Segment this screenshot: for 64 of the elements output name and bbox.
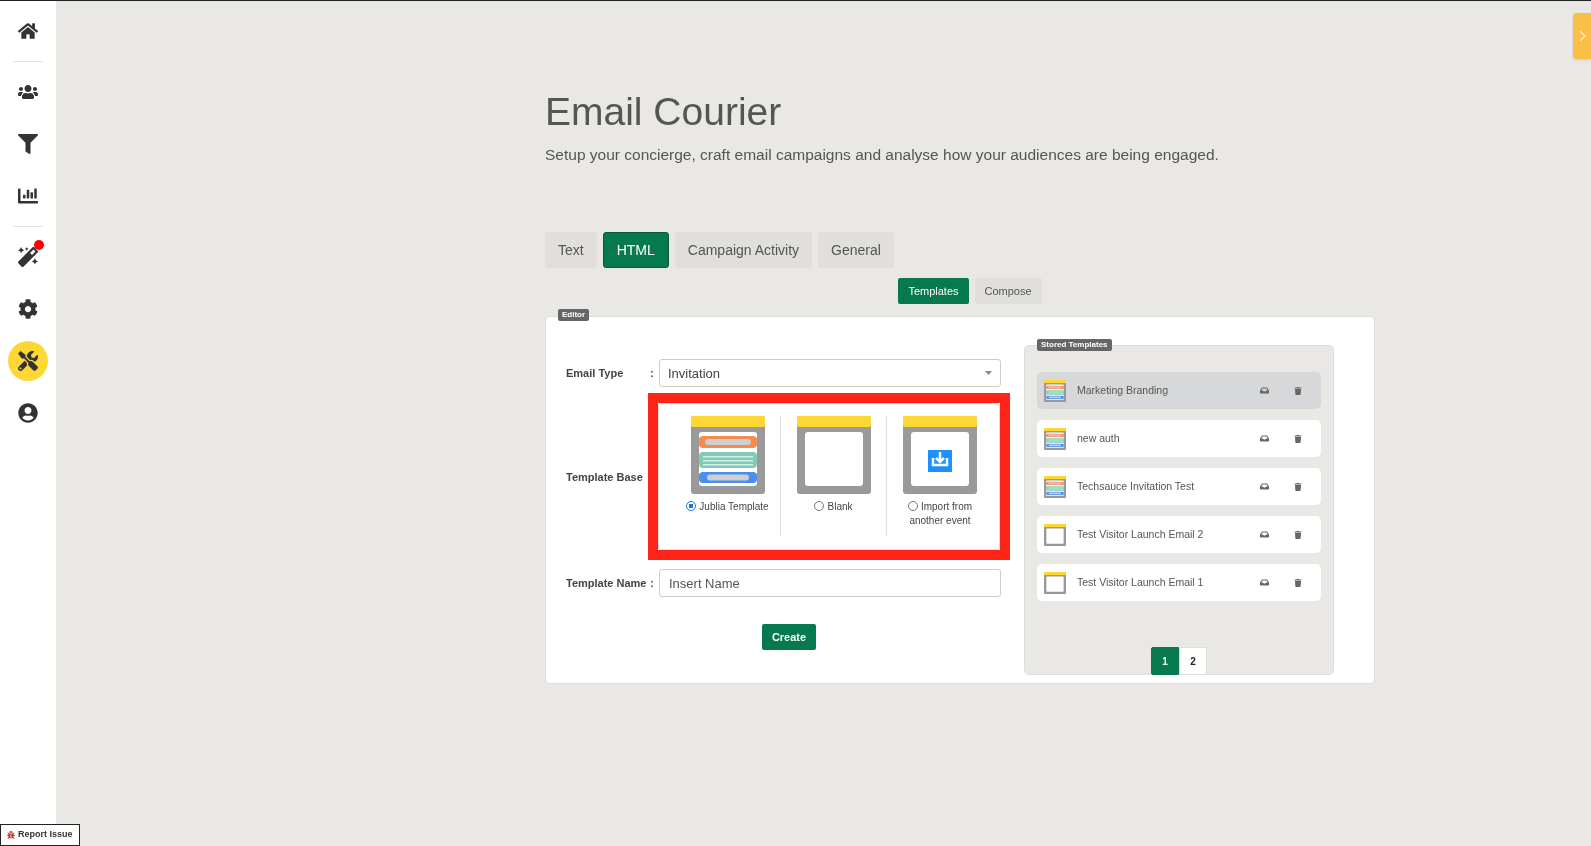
tools-icon xyxy=(18,351,38,371)
chevron-right-icon xyxy=(1578,30,1586,42)
editor-legend: Editor xyxy=(558,309,590,322)
page-subtitle: Setup your concierge, craft email campaigns and analyse how your audiences are being engaged. xyxy=(545,145,1220,165)
page-title: Email Courier xyxy=(545,89,783,135)
separator: : xyxy=(650,366,655,381)
template-name: Test Visitor Launch Email 2 xyxy=(1077,526,1205,542)
archive-icon[interactable] xyxy=(1260,482,1269,492)
stored-template-item[interactable]: Test Visitor Launch Email 1 xyxy=(1037,564,1321,602)
bar-chart-icon xyxy=(18,186,38,206)
email-type-select[interactable]: Invitation xyxy=(659,359,1001,388)
tab[interactable]: Campaign Activity xyxy=(674,232,813,269)
people-icon xyxy=(18,82,38,102)
template-name: Test Visitor Launch Email 1 xyxy=(1077,574,1205,590)
template-name: Marketing Branding xyxy=(1077,382,1170,398)
delete-icon[interactable] xyxy=(1294,434,1302,443)
create-button[interactable]: Create xyxy=(761,624,817,651)
filter-icon xyxy=(18,134,38,154)
template-thumbnail-icon xyxy=(1044,427,1066,450)
template-base-radio[interactable]: Blank xyxy=(785,500,882,515)
stored-template-item[interactable]: Techsauce Invitation Test xyxy=(1037,468,1321,506)
sub-tab[interactable]: Compose xyxy=(974,278,1042,305)
template-thumbnail-icon xyxy=(903,416,977,495)
archive-icon[interactable] xyxy=(1260,434,1269,444)
template-thumbnail-icon xyxy=(690,416,765,495)
template-thumbnail-icon xyxy=(1044,571,1066,594)
template-base-radio[interactable]: Import from another event xyxy=(892,500,988,529)
field-label: Template Base xyxy=(566,469,644,485)
field-label: Email Type xyxy=(566,366,625,381)
tab[interactable]: Text xyxy=(545,232,597,269)
template-thumbnail-icon xyxy=(1044,379,1066,402)
tab[interactable]: HTML xyxy=(602,232,669,269)
delete-icon[interactable] xyxy=(1294,530,1302,539)
delete-icon[interactable] xyxy=(1294,482,1302,491)
delete-icon[interactable] xyxy=(1294,578,1302,587)
template-thumbnail-icon xyxy=(1044,523,1066,546)
template-name: new auth xyxy=(1077,430,1121,446)
user-icon xyxy=(18,403,38,423)
archive-icon[interactable] xyxy=(1260,578,1269,588)
template-thumbnail-icon xyxy=(796,416,871,495)
stored-templates-legend: Stored Templates xyxy=(1037,339,1112,352)
magic-wand-icon xyxy=(18,247,38,267)
archive-icon[interactable] xyxy=(1260,386,1269,396)
template-name-field[interactable]: Insert Name xyxy=(659,569,1001,598)
report-issue-button[interactable]: Report Issue xyxy=(0,824,80,846)
stored-template-item[interactable]: new auth xyxy=(1037,420,1321,458)
sidebar-item[interactable] xyxy=(8,341,48,381)
settings-icon xyxy=(18,299,38,319)
page-button[interactable]: 1 xyxy=(1151,647,1179,676)
page-button[interactable]: 2 xyxy=(1179,647,1207,676)
template-base-radio[interactable]: Jublia Template xyxy=(679,500,776,515)
bug-icon xyxy=(7,831,15,839)
archive-icon[interactable] xyxy=(1260,530,1269,540)
tab[interactable]: General xyxy=(818,232,894,269)
stored-template-item[interactable]: Marketing Branding xyxy=(1037,372,1321,410)
sub-tab[interactable]: Templates xyxy=(898,278,969,305)
stored-template-item[interactable]: Test Visitor Launch Email 2 xyxy=(1037,516,1321,554)
template-thumbnail-icon xyxy=(1044,475,1066,498)
delete-icon[interactable] xyxy=(1294,386,1302,395)
home-icon xyxy=(18,21,38,41)
separator: : xyxy=(650,576,655,591)
caret-down-icon xyxy=(985,371,992,376)
field-label: Template Name xyxy=(566,576,648,591)
template-name: Techsauce Invitation Test xyxy=(1077,478,1196,494)
